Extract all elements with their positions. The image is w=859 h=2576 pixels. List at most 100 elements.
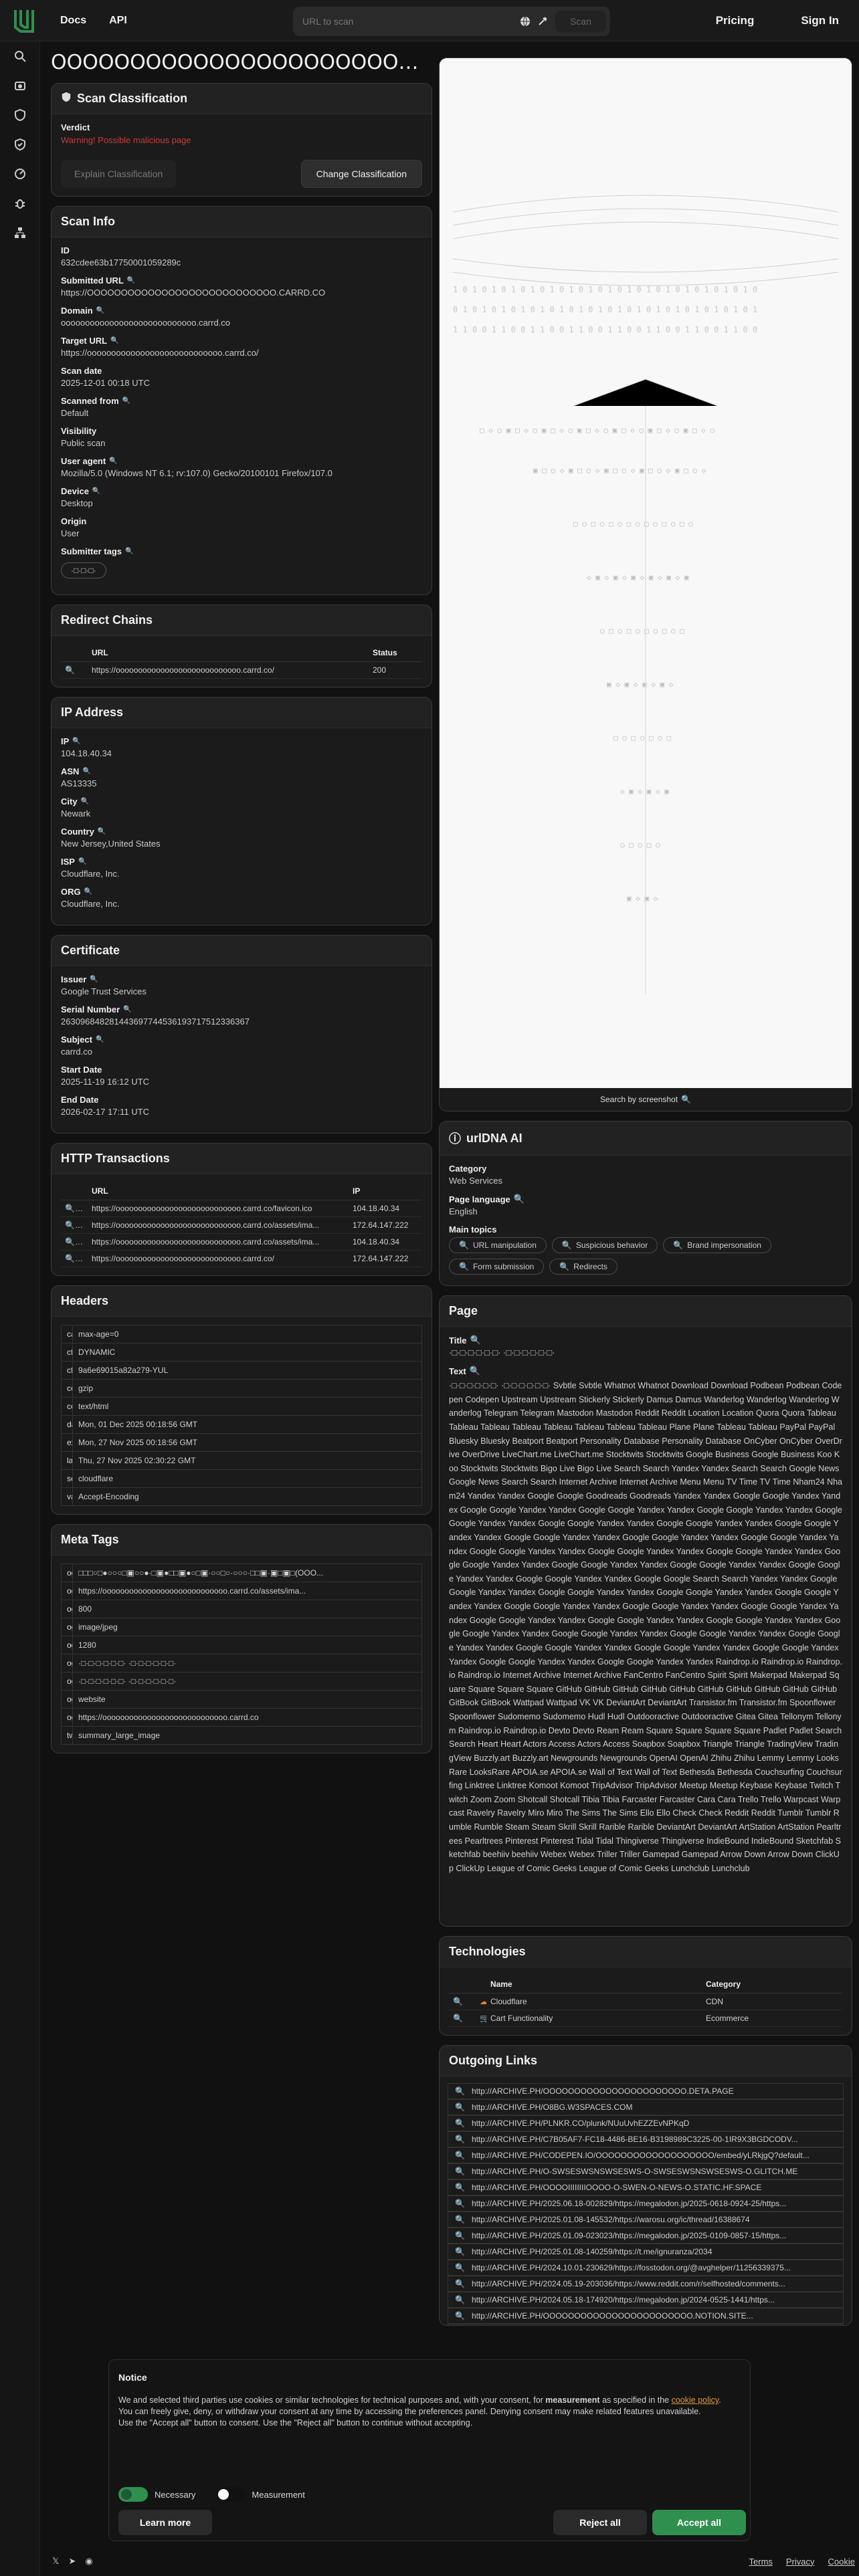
telegram-icon[interactable]: ➤ — [68, 2556, 76, 2567]
topic-pill[interactable]: 🔍 Redirects — [549, 1259, 617, 1275]
topic-pill[interactable]: 🔍 Brand impersonation — [663, 1237, 771, 1253]
search-icon[interactable]: 🔍 — [127, 277, 135, 284]
search-icon[interactable]: 🔍 — [96, 1036, 104, 1043]
explain-classification-button[interactable]: Explain Classification — [61, 160, 177, 188]
search-icon[interactable]: 🔍 🖼 — [61, 1233, 88, 1251]
camera-icon[interactable] — [0, 71, 40, 100]
search-icon[interactable]: 🔍 — [92, 488, 100, 495]
search-icon[interactable]: 🔍 — [449, 2010, 476, 2027]
search-icon[interactable]: 🔍 — [455, 2295, 465, 2304]
key-cell: cache-control — [61, 1325, 73, 1344]
measurement-toggle[interactable] — [215, 2487, 246, 2502]
topic-pill[interactable]: 🔍 Suspicious behavior — [551, 1237, 658, 1253]
outgoing-link[interactable]: 🔍 http://ARCHIVE.PH/2025.01.09-023023/htt… — [448, 2228, 844, 2244]
gauge-icon[interactable] — [0, 159, 40, 189]
footer-link-privacy[interactable]: Privacy — [786, 2557, 815, 2567]
search-icon[interactable]: 🔍 — [455, 2151, 465, 2160]
search-icon[interactable]: 🔍 — [449, 1993, 476, 2010]
outgoing-link[interactable]: 🔍http://ARCHIVE.PH/OOOOOOOOOOOOOOOOOOOOO… — [448, 2083, 844, 2099]
logo-icon[interactable] — [11, 6, 37, 35]
search-input[interactable] — [293, 7, 517, 36]
search-icon[interactable]: 🔍 — [470, 1366, 480, 1376]
search-icon[interactable]: 🔍 — [123, 1006, 131, 1013]
search-icon[interactable]: 🔍 — [72, 738, 80, 745]
field-label: Scan date — [61, 366, 102, 376]
search-icon[interactable]: 🔍 — [61, 661, 88, 679]
search-icon[interactable]: 🔍 — [125, 548, 133, 555]
search-icon[interactable]: 🔍 — [110, 337, 118, 344]
outgoing-link[interactable]: 🔍 http://ARCHIVE.PH/2024.10.01-230629/htt… — [448, 2260, 844, 2276]
search-icon[interactable]: 🔍 — [122, 397, 130, 405]
search-icon[interactable]: 🔍 — [455, 2103, 465, 2112]
search-icon[interactable]: 🔍 — [455, 2279, 465, 2288]
nav-api[interactable]: API — [109, 15, 127, 27]
search-icon[interactable]: 🔍 — [90, 976, 98, 983]
search-icon[interactable]: 🔍 — [514, 1194, 524, 1204]
search-icon[interactable]: 🔍 — [109, 457, 117, 465]
outgoing-link[interactable]: 🔍 http://ARCHIVE.PH/2024.05.19-203036/htt… — [448, 2276, 844, 2292]
cookie-policy-link[interactable]: cookie policy — [672, 2395, 719, 2405]
outgoing-link[interactable]: 🔍 http://ARCHIVE.PH/O-SWSESWSNSWSESWS-O-S… — [448, 2163, 844, 2179]
globe-icon[interactable] — [516, 13, 534, 30]
outgoing-link[interactable]: 🔍 http://ARCHIVE.PH/C7B05AF7-FC18-4486-BE… — [448, 2131, 844, 2147]
search-icon[interactable]: 🔍 — [84, 888, 92, 895]
search-icon[interactable]: 🔍 — [455, 2231, 465, 2240]
search-by-screenshot-link[interactable]: Search by screenshot 🔍 — [440, 1088, 852, 1111]
settings-icon[interactable] — [534, 13, 551, 30]
search-icon[interactable]: 🔍 — [96, 307, 104, 314]
search-icon[interactable]: 🔍 — [455, 2199, 465, 2208]
outgoing-link[interactable]: 🔍 http://ARCHIVE.PH/2025.01.08-140259/htt… — [448, 2244, 844, 2260]
accept-all-button[interactable]: Accept all — [652, 2510, 746, 2535]
search-icon[interactable]: 🔍 — [81, 798, 89, 805]
table-row: og:image:width1280 — [61, 1636, 422, 1654]
search-icon[interactable]: 🔍 — [82, 768, 90, 775]
table-row: 🔍 https://oooooooooooooooooooooooooooo.c… — [61, 661, 422, 679]
outgoing-link[interactable]: 🔍 http://ARCHIVE.PH/OOOOIIIIIIIIOOOO-O-SW… — [448, 2179, 844, 2195]
learn-more-button[interactable]: Learn more — [118, 2510, 212, 2535]
search-icon[interactable]: 🔍 — [455, 2311, 465, 2321]
nav-docs[interactable]: Docs — [60, 15, 86, 27]
scan-button[interactable]: Scan — [555, 11, 606, 32]
search-icon[interactable]: 🔍 — [455, 2215, 465, 2224]
necessary-toggle[interactable] — [118, 2487, 148, 2502]
search-icon[interactable]: 🔍 — [455, 2135, 465, 2144]
search-icon[interactable]: 🔍 — [455, 2167, 465, 2176]
footer-link-terms[interactable]: Terms — [749, 2557, 773, 2567]
sign-in-link[interactable]: Sign In — [801, 14, 839, 27]
shield-check-icon[interactable] — [0, 130, 40, 159]
github-icon[interactable]: ◉ — [85, 2556, 92, 2567]
footer-link-cookie[interactable]: Cookie — [828, 2557, 855, 2567]
search-icon[interactable]: 🔍 🖼 — [61, 1200, 88, 1217]
search-icon[interactable]: 🔍 — [455, 2119, 465, 2128]
outgoing-link[interactable]: 🔍 http://ARCHIVE.PH/CODEPEN.IO/OOOOOOOOOO… — [448, 2147, 844, 2163]
change-classification-button[interactable]: Change Classification — [300, 160, 422, 188]
search-icon[interactable]: 🔍 — [470, 1335, 481, 1346]
search-icon[interactable]: 🔍 🖼 — [61, 1250, 88, 1267]
outgoing-link[interactable]: 🔍http://ARCHIVE.PH/OOOOOOOOOOOOOOOOOOOOO… — [448, 2308, 844, 2324]
outgoing-link[interactable]: 🔍 http://ARCHIVE.PH/O8BG.W3SPACES.COM — [448, 2099, 844, 2115]
search-icon[interactable]: 🔍 — [455, 2263, 465, 2272]
search-icon[interactable]: 🔍 — [455, 2247, 465, 2256]
bug-icon[interactable] — [0, 189, 40, 218]
shield-icon[interactable] — [0, 100, 40, 130]
x-icon[interactable]: 𝕏 — [52, 2556, 59, 2567]
reject-all-button[interactable]: Reject all — [553, 2510, 647, 2535]
outgoing-link[interactable]: 🔍 http://ARCHIVE.PH/PLNKR.CO/plunk/NUuUvh… — [448, 2115, 844, 2131]
topic-pill[interactable]: 🔍 Form submission — [449, 1259, 545, 1275]
search-icon[interactable] — [0, 41, 40, 71]
pricing-link[interactable]: Pricing — [716, 14, 755, 27]
search-icon[interactable]: 🔍 — [98, 828, 106, 835]
technologies-table: NameCategory 🔍☁CloudflareCDN🔍🛒Cart Funct… — [449, 1975, 842, 2027]
outgoing-link[interactable]: 🔍 http://ARCHIVE.PH/2025.06.18-002829/htt… — [448, 2195, 844, 2212]
submitter-tag[interactable]: ·□·□·□· — [61, 562, 106, 578]
hierarchy-icon[interactable] — [0, 218, 40, 247]
outgoing-link[interactable]: 🔍 http://ARCHIVE.PH/2024.05.18-174920/htt… — [448, 2292, 844, 2308]
search-icon[interactable]: 🔍 — [455, 2183, 465, 2192]
page-screenshot[interactable]: 1 0 1 0 1 0 1 0 1 0 1 0 1 0 1 0 1 0 1 0 … — [440, 58, 852, 1088]
outgoing-link[interactable]: 🔍http://ARCHIVE.PH/OOOOOOOOOOOOOOOOOOOOO… — [448, 2324, 844, 2325]
topic-pill[interactable]: 🔍 URL manipulation — [449, 1237, 547, 1253]
outgoing-link[interactable]: 🔍 http://ARCHIVE.PH/2025.01.08-145532/htt… — [448, 2212, 844, 2228]
search-icon[interactable]: 🔍 🖼 — [61, 1216, 88, 1234]
search-icon[interactable]: 🔍 — [455, 2086, 465, 2096]
search-icon[interactable]: 🔍 — [78, 858, 86, 865]
